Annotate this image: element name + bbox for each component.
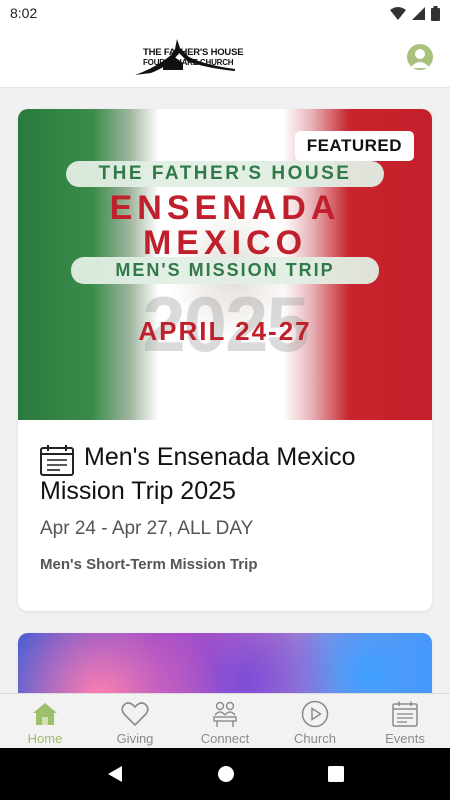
nav-home-label: Home — [27, 731, 63, 746]
status-icons — [390, 5, 440, 21]
home-icon — [31, 700, 59, 728]
nav-church-label: Church — [294, 731, 336, 746]
event-date-range: Apr 24 - Apr 27, ALL DAY — [40, 518, 254, 539]
nav-events-label: Events — [385, 731, 425, 746]
event-title-row: Men's Ensenada Mexico Mission Trip 2025 — [40, 440, 410, 508]
wifi-icon — [390, 6, 406, 20]
event-card-body: Men's Ensenada Mexico Mission Trip 2025 … — [18, 420, 432, 593]
church-logo[interactable]: THE FATHER'S HOUSE FOURSQUARE CHURCH — [135, 36, 305, 78]
nav-giving[interactable]: Giving — [90, 694, 180, 748]
nav-events[interactable]: Events — [360, 694, 450, 748]
banner-subhead: MEN'S MISSION TRIP — [71, 257, 379, 284]
banner-org: THE FATHER'S HOUSE — [66, 161, 384, 187]
heart-icon — [121, 700, 149, 728]
logo-text: THE FATHER'S HOUSE FOURSQUARE CHURCH — [143, 47, 244, 68]
signal-icon — [412, 6, 425, 20]
banner-headline-1: ENSENADA — [109, 189, 341, 227]
battery-icon — [431, 5, 440, 21]
next-event-banner-image[interactable] — [18, 633, 432, 693]
event-title: Men's Ensenada Mexico Mission Trip 2025 — [40, 443, 356, 505]
calendar-icon — [40, 445, 74, 476]
events-feed[interactable]: 2025 THE FATHER'S HOUSE ENSENADA MEXICO … — [0, 88, 450, 693]
home-button-icon[interactable] — [217, 765, 235, 783]
bottom-nav: Home Giving Connect Church Events — [0, 693, 450, 748]
user-icon — [410, 49, 430, 68]
logo-line2: FOURSQUARE CHURCH — [143, 58, 234, 67]
system-nav-bar — [0, 748, 450, 800]
calendar-icon — [391, 700, 419, 728]
back-icon[interactable] — [106, 765, 124, 783]
recents-icon[interactable] — [327, 766, 344, 782]
nav-connect[interactable]: Connect — [180, 694, 270, 748]
play-icon — [301, 700, 329, 728]
nav-church[interactable]: Church — [270, 694, 360, 748]
people-icon — [211, 700, 239, 728]
logo-line1: THE FATHER'S HOUSE — [143, 47, 244, 58]
nav-giving-label: Giving — [116, 731, 154, 746]
profile-button[interactable] — [407, 44, 433, 70]
banner-dates: APRIL 24-27 — [138, 316, 312, 346]
status-bar: 8:02 — [0, 0, 450, 26]
event-subtitle: Men's Short-Term Mission Trip — [40, 556, 258, 573]
status-time: 8:02 — [10, 5, 38, 21]
nav-connect-label: Connect — [200, 731, 250, 746]
featured-badge: FEATURED — [294, 131, 414, 161]
nav-home[interactable]: Home — [0, 694, 90, 748]
featured-event-card[interactable]: 2025 THE FATHER'S HOUSE ENSENADA MEXICO … — [18, 109, 432, 611]
app-header: THE FATHER'S HOUSE FOURSQUARE CHURCH — [0, 26, 450, 88]
event-banner-image[interactable]: 2025 THE FATHER'S HOUSE ENSENADA MEXICO … — [18, 109, 432, 420]
next-event-card[interactable] — [18, 633, 432, 693]
